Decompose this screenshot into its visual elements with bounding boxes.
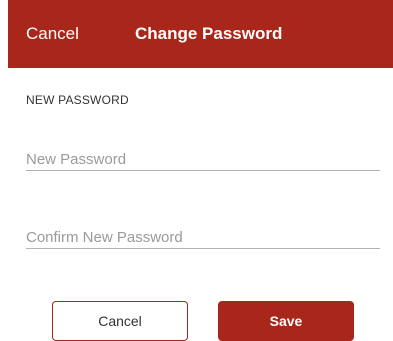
section-label-new-password: NEW PASSWORD	[26, 93, 129, 107]
cancel-button[interactable]: Cancel	[52, 301, 188, 341]
confirm-password-field[interactable]	[26, 226, 380, 249]
save-button[interactable]: Save	[218, 301, 354, 341]
header-cancel-button[interactable]: Cancel	[26, 24, 79, 44]
nav-header: Cancel Change Password	[8, 0, 393, 68]
new-password-field[interactable]	[26, 148, 380, 171]
page-title: Change Password	[135, 24, 283, 43]
